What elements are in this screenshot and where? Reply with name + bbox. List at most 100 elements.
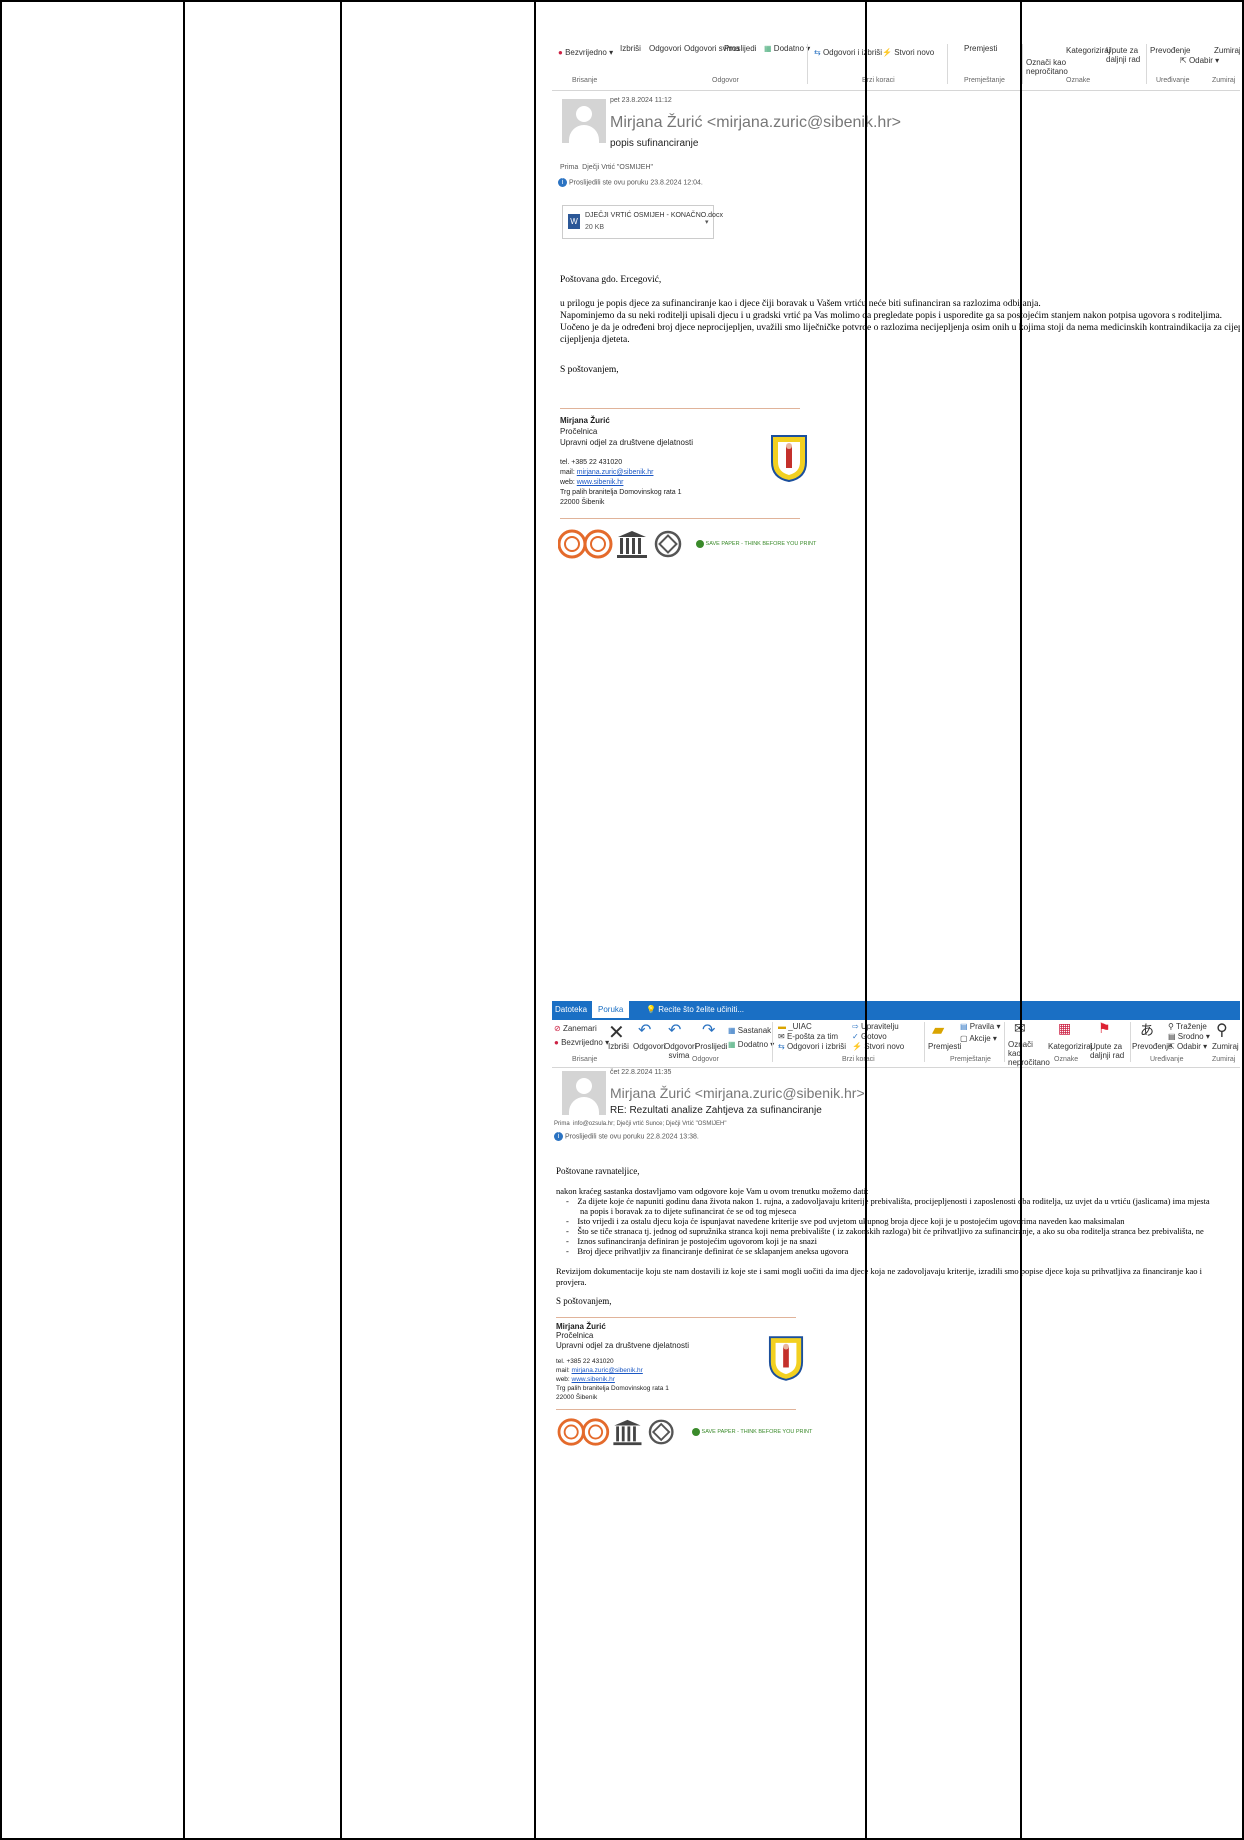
group-uredivanje: Uređivanje <box>1156 77 1190 84</box>
ribbon-btn-kategoriziraj[interactable]: Kategoriziraj <box>1048 1042 1092 1051</box>
mail-link[interactable]: mirjana.zuric@sibenik.hr <box>572 1367 643 1374</box>
move-folder-icon: ▰ <box>932 1022 945 1039</box>
ribbon-btn-dodatno[interactable]: ▦ Dodatno ▾ <box>764 44 810 53</box>
sig-addr1: Trg palih branitelja Domovinskog rata 1 <box>560 489 682 496</box>
group-oznake: Oznake <box>1054 1056 1079 1063</box>
web-link[interactable]: www.sibenik.hr <box>572 1376 615 1383</box>
email-date: pet 23.8.2024 11:12 <box>610 97 672 104</box>
bullet-2: - Isto vrijedi i za ostalu djecu koja će… <box>566 1216 1125 1226</box>
ribbon-btn-odgovori[interactable]: Odgovori <box>649 44 681 53</box>
quickstep-manager[interactable]: ⇨ Upravitelju <box>852 1022 899 1031</box>
tab-datoteka[interactable]: Datoteka <box>555 1005 587 1014</box>
word-doc-icon: W <box>568 214 580 229</box>
ribbon-btn-proslijedi[interactable]: Proslijedi <box>695 1042 727 1051</box>
meeting-icon: ▦ <box>728 1026 736 1035</box>
sender-avatar <box>562 99 606 143</box>
group-zumiraj: Zumiraj <box>1212 77 1236 84</box>
sig-title: Pročelnica <box>556 1331 594 1340</box>
bullet-1: - Za dijete koje će napuniti godinu dana… <box>566 1196 1210 1206</box>
signature-rule-top <box>560 408 800 409</box>
ribbon-btn-upute[interactable]: Upute za daljnji rad <box>1106 46 1142 64</box>
ribbon-btn-prevodenje[interactable]: Prevođenje <box>1150 46 1190 55</box>
table-col-border-0 <box>0 0 2 1840</box>
group-uredivanje: Uređivanje <box>1150 1056 1184 1063</box>
ribbon-btn-zumiraj[interactable]: Zumiraj <box>1212 1042 1239 1051</box>
signature-rule-bottom <box>560 518 800 519</box>
attachment[interactable]: W DJEČJI VRTIĆ OSMIJEH - KONAČNO.docx 20… <box>562 205 723 239</box>
ribbon-btn-odabir[interactable]: ⇱ Odabir ▾ <box>1168 1042 1207 1051</box>
flag-icon: ⚑ <box>1098 1020 1111 1036</box>
ribbon-btn-oznaci[interactable]: Označi kao nepročitano <box>1008 1040 1050 1067</box>
table-col-border-2 <box>340 0 342 1840</box>
email-greeting: Poštovana gdo. Ercegović, <box>560 275 662 285</box>
ribbon-btn-proslijedi[interactable]: Proslijedi <box>724 44 756 53</box>
tell-me-search[interactable]: 💡 Recite što želite učiniti... <box>646 1005 744 1014</box>
ribbon-btn-izbrisi[interactable]: Izbriši <box>620 44 641 53</box>
ribbon-btn-zanemari[interactable]: ⊘ Zanemari <box>554 1024 597 1033</box>
ribbon-btn-premjesti[interactable]: Premjesti <box>928 1042 961 1051</box>
quickstep-team-email[interactable]: ✉ E-pošta za tim <box>778 1032 838 1041</box>
ignore-icon: ⊘ <box>554 1024 561 1033</box>
forwarded-notice: i Proslijedili ste ovu poruku 23.8.2024 1… <box>558 178 703 187</box>
outlook-tabbar: Datoteka Poruka 💡 Recite što želite učin… <box>552 1001 1240 1020</box>
body-line-1: u prilogu je popis djece za sufinanciran… <box>560 299 1041 309</box>
sig-web: web: www.sibenik.hr <box>560 479 624 486</box>
cursor-icon: ⇱ <box>1180 56 1187 65</box>
ribbon-btn-odabir[interactable]: ⇱ Odabir ▾ <box>1180 56 1219 65</box>
check-icon: ✓ <box>852 1032 859 1041</box>
ribbon-btn-odgovori[interactable]: Odgovori <box>633 1042 665 1051</box>
ribbon-btn-izbrisi[interactable]: Izbriši <box>608 1042 629 1051</box>
reply-all-icon: ↶ <box>668 1022 682 1039</box>
ribbon-btn-bezvrijedno[interactable]: ● Bezvrijedno ▾ <box>558 48 613 57</box>
info-icon: i <box>554 1132 563 1141</box>
ribbon-btn-odgovori-svima[interactable]: Odgovori svima <box>664 1042 696 1060</box>
bullet-5: - Broj djece prihvatljiv za financiranje… <box>566 1246 849 1256</box>
more-icon: ▦ <box>728 1040 736 1049</box>
quickstep-done[interactable]: ✓ Gotovo <box>852 1032 887 1041</box>
quickstep-reply-delete[interactable]: ⇆ Odgovori i izbriši <box>778 1042 846 1051</box>
ribbon-btn-bezvrijedno[interactable]: ● Bezvrijedno ▾ <box>554 1038 609 1047</box>
categorize-icon: ▦ <box>1058 1020 1072 1036</box>
sig-dept: Upravni odjel za društvene djelatnosti <box>560 438 693 447</box>
email-sender: Mirjana Žurić <mirjana.zuric@sibenik.hr> <box>610 1085 865 1101</box>
email-screenshot-bottom: Datoteka Poruka 💡 Recite što želite učin… <box>552 1001 1240 1481</box>
tab-poruka[interactable]: Poruka <box>592 1001 630 1018</box>
web-link[interactable]: www.sibenik.hr <box>577 479 624 486</box>
table-col-border-4 <box>865 0 867 1840</box>
ribbon-btn-pravila[interactable]: ▤ Pravila ▾ <box>960 1022 1001 1031</box>
certification-logos <box>557 1418 674 1446</box>
group-oznake: Oznake <box>1066 77 1091 84</box>
ribbon-btn-dodatno[interactable]: ▦ Dodatno ▾ <box>728 1040 774 1049</box>
quickstep-uiac[interactable]: ▬ _UIAC <box>778 1022 812 1031</box>
quickstep-create-new[interactable]: ⚡ Stvori novo <box>852 1042 904 1051</box>
bullet-1-cont: na popis i boravak za to dijete sufinanc… <box>580 1206 797 1216</box>
ribbon-btn-upute[interactable]: Upute za daljnji rad <box>1090 1042 1126 1060</box>
lightning-icon: ⚡ <box>882 48 892 57</box>
ribbon-btn-srodno[interactable]: ▤ Srodno ▾ <box>1168 1032 1210 1041</box>
actions-icon: ▢ <box>960 1034 968 1043</box>
ribbon-btn-oznaci[interactable]: Označi kao nepročitano <box>1026 58 1068 76</box>
ribbon-btn-stvori-novo[interactable]: ⚡ Stvori novo <box>882 48 934 57</box>
bullet-3: - Što se tiče stranaca tj. jednog od sup… <box>566 1226 1204 1236</box>
ribbon-btn-sastanak[interactable]: ▦ Sastanak <box>728 1026 771 1035</box>
ribbon-btn-premjesti[interactable]: Premjesti <box>964 44 997 53</box>
email-subject: RE: Rezultati analize Zahtjeva za sufina… <box>610 1105 822 1116</box>
mail-link[interactable]: mirjana.zuric@sibenik.hr <box>577 469 654 476</box>
ribbon-btn-zumiraj[interactable]: Zumiraj <box>1214 46 1240 55</box>
email-closing: S poštovanjem, <box>556 1296 612 1306</box>
mail-icon: ✉ <box>778 1032 785 1041</box>
ribbon-btn-kategoriziraj[interactable]: Kategoriziraj <box>1066 46 1110 55</box>
chevron-down-icon[interactable]: ▾ <box>705 218 709 226</box>
ribbon-btn-akcije[interactable]: ▢ Akcije ▾ <box>960 1034 997 1043</box>
email-closing: S poštovanjem, <box>560 365 619 375</box>
forward-icon: ↷ <box>702 1022 716 1039</box>
folder-icon: ▬ <box>778 1022 786 1031</box>
table-col-border-1 <box>183 0 185 1840</box>
save-paper-note: SAVE PAPER - THINK BEFORE YOU PRINT <box>692 1427 812 1438</box>
outlook-ribbon: ● Bezvrijedno ▾ Izbriši Odgovori Odgovor… <box>552 42 1240 91</box>
ribbon-btn-trazenje[interactable]: ⚲ Traženje <box>1168 1022 1207 1031</box>
bullet-4: - Iznos sufinanciranja definiran je post… <box>566 1236 817 1246</box>
coat-of-arms-logo <box>768 1336 804 1381</box>
ribbon-btn-prevodenje[interactable]: Prevođenje <box>1132 1042 1172 1051</box>
ribbon-btn-odgovori-i-izbrisi[interactable]: ⇆ Odgovori i izbriši <box>814 48 882 57</box>
